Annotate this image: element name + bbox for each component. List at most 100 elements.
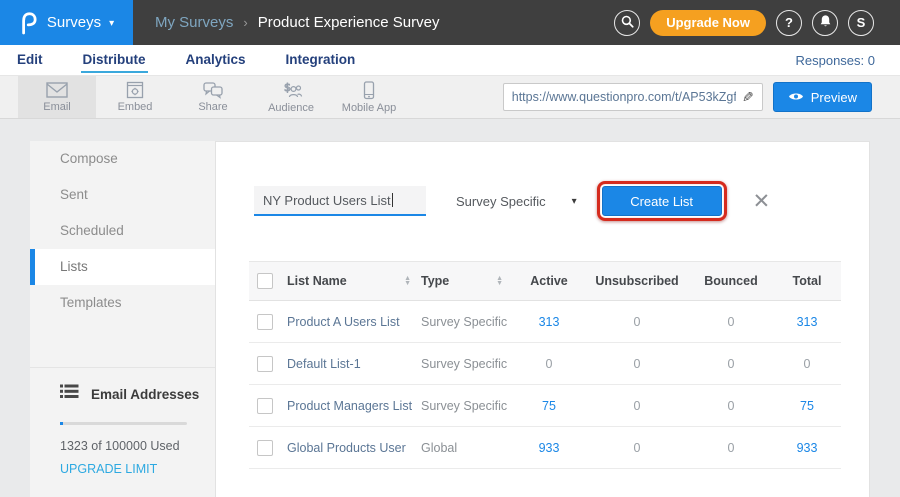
unsubscribed-count: 0 — [585, 315, 689, 329]
chevron-down-icon: ▾ — [572, 196, 577, 207]
bounced-count: 0 — [689, 315, 773, 329]
list-type: Survey Specific — [421, 357, 513, 371]
eye-icon — [788, 90, 804, 105]
total-count[interactable]: 313 — [773, 315, 841, 329]
email-sidebar: Compose Sent Scheduled Lists Templates E… — [30, 141, 215, 497]
header-label: List Name — [287, 274, 347, 288]
header-active: Active — [513, 274, 585, 288]
sidebar-item-templates[interactable]: Templates — [30, 285, 215, 321]
active-count: 0 — [513, 357, 585, 371]
channel-email[interactable]: Email — [18, 76, 96, 118]
bounced-count: 0 — [689, 357, 773, 371]
channel-embed[interactable]: Embed — [96, 76, 174, 118]
select-all-checkbox[interactable] — [257, 273, 273, 289]
header-type[interactable]: Type ▲▼ — [421, 274, 513, 288]
header-total: Total — [773, 274, 841, 288]
toolbar-right: https://www.questionpro.com/t/AP53kZgfo … — [503, 76, 900, 118]
row-checkbox[interactable] — [257, 440, 273, 456]
email-usage-progressbar — [60, 422, 187, 425]
notifications-button[interactable] — [812, 10, 838, 36]
sidebar-item-lists[interactable]: Lists — [30, 249, 215, 285]
annotation-highlight-ring: Create List — [597, 181, 727, 221]
total-count: 0 — [773, 357, 841, 371]
sidebar-item-compose[interactable]: Compose — [30, 141, 215, 177]
create-list-button[interactable]: Create List — [602, 186, 722, 216]
active-count[interactable]: 75 — [513, 399, 585, 413]
product-switcher[interactable]: Surveys ▾ — [0, 0, 133, 45]
active-count[interactable]: 313 — [513, 315, 585, 329]
audience-icon: $ — [279, 81, 303, 100]
list-name-link[interactable]: Product A Users List — [287, 315, 421, 329]
survey-url-field[interactable]: https://www.questionpro.com/t/AP53kZgfo … — [503, 83, 763, 111]
product-menu-label: Surveys — [47, 14, 101, 31]
row-checkbox[interactable] — [257, 398, 273, 414]
row-checkbox[interactable] — [257, 356, 273, 372]
header-bounced: Bounced — [689, 274, 773, 288]
active-count[interactable]: 933 — [513, 441, 585, 455]
preview-button[interactable]: Preview — [773, 82, 872, 112]
close-icon[interactable]: ✕ — [753, 191, 771, 212]
sidebar-item-sent[interactable]: Sent — [30, 177, 215, 213]
channel-label: Embed — [118, 101, 153, 113]
unsubscribed-count: 0 — [585, 441, 689, 455]
tab-distribute[interactable]: Distribute — [81, 47, 148, 73]
list-type: Survey Specific — [421, 399, 513, 413]
top-header: Surveys ▾ My Surveys › Product Experienc… — [0, 0, 900, 45]
breadcrumb-separator-icon: › — [243, 15, 247, 30]
channel-share[interactable]: Share — [174, 76, 252, 118]
sidebar-item-scheduled[interactable]: Scheduled — [30, 213, 215, 249]
email-addresses-title: Email Addresses — [91, 387, 199, 402]
list-type-dropdown[interactable]: Survey Specific ▾ — [456, 194, 577, 209]
header-actions: Upgrade Now ? S — [614, 10, 900, 36]
bell-icon — [819, 14, 832, 31]
tab-integration[interactable]: Integration — [284, 47, 358, 73]
svg-text:$: $ — [284, 81, 291, 94]
tab-analytics[interactable]: Analytics — [184, 47, 248, 73]
row-checkbox[interactable] — [257, 314, 273, 330]
channel-label: Share — [198, 101, 227, 113]
email-usage-text: 1323 of 100000 Used — [60, 439, 215, 453]
channel-audience[interactable]: $ Audience — [252, 76, 330, 118]
list-type: Survey Specific — [421, 315, 513, 329]
account-avatar[interactable]: S — [848, 10, 874, 36]
questionpro-logo-icon — [19, 11, 39, 35]
total-count[interactable]: 75 — [773, 399, 841, 413]
breadcrumb-my-surveys[interactable]: My Surveys — [155, 14, 233, 31]
upgrade-now-button[interactable]: Upgrade Now — [650, 10, 766, 36]
edit-url-pencil-icon[interactable]: ✎ — [742, 89, 754, 106]
help-button[interactable]: ? — [776, 10, 802, 36]
list-name-link[interactable]: Default List-1 — [287, 357, 421, 371]
unsubscribed-count: 0 — [585, 399, 689, 413]
header-unsubscribed: Unsubscribed — [585, 274, 689, 288]
table-header-row: List Name ▲▼ Type ▲▼ Active Unsubscribed… — [249, 261, 841, 301]
breadcrumb: My Surveys › Product Experience Survey — [155, 14, 614, 31]
email-addresses-header: Email Addresses — [30, 384, 215, 404]
email-lists-table: List Name ▲▼ Type ▲▼ Active Unsubscribed… — [249, 261, 841, 469]
share-icon — [202, 81, 224, 99]
header-label: Type — [421, 274, 449, 288]
preview-label: Preview — [811, 90, 857, 105]
help-icon: ? — [785, 15, 793, 30]
channel-mobile-app[interactable]: Mobile App — [330, 76, 408, 118]
list-type: Global — [421, 441, 513, 455]
page-title: Product Experience Survey — [258, 14, 440, 31]
header-list-name[interactable]: List Name ▲▼ — [287, 274, 421, 288]
chevron-down-icon: ▾ — [109, 18, 114, 29]
tab-edit[interactable]: Edit — [15, 47, 45, 73]
email-addresses-panel: Email Addresses 1323 of 100000 Used UPGR… — [30, 367, 215, 476]
app-window: Surveys ▾ My Surveys › Product Experienc… — [0, 0, 900, 497]
list-name-link[interactable]: Global Products User — [287, 441, 421, 455]
mobile-phone-icon — [363, 81, 375, 100]
page-body: Compose Sent Scheduled Lists Templates E… — [0, 119, 900, 497]
list-name-input[interactable]: NY Product Users List — [254, 186, 426, 216]
list-type-selected: Survey Specific — [456, 194, 546, 209]
embed-icon — [125, 81, 145, 99]
list-lines-icon — [60, 384, 79, 404]
list-name-link[interactable]: Product Managers List — [287, 399, 421, 413]
channel-label: Email — [43, 101, 71, 113]
channel-label: Audience — [268, 102, 314, 114]
avatar-initial: S — [857, 15, 866, 30]
total-count[interactable]: 933 — [773, 441, 841, 455]
upgrade-limit-link[interactable]: UPGRADE LIMIT — [60, 462, 215, 476]
search-button[interactable] — [614, 10, 640, 36]
